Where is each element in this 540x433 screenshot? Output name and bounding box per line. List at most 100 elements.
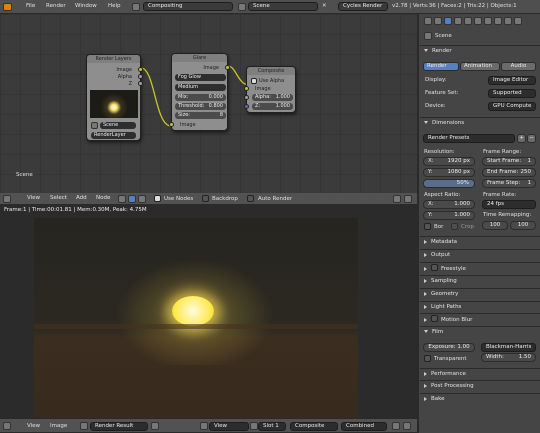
output-image-socket[interactable] <box>138 67 143 72</box>
render-tab-icon[interactable] <box>424 17 432 25</box>
glare-output-socket[interactable] <box>225 65 230 70</box>
backdrop-checkbox[interactable] <box>202 195 209 202</box>
geometry-panel-header[interactable]: Geometry <box>420 288 540 299</box>
time-remap-old-field[interactable]: 100 <box>482 221 508 230</box>
view-select[interactable]: View <box>209 422 249 431</box>
render-layers-tab-icon[interactable] <box>434 17 442 25</box>
output-panel-header[interactable]: Output <box>420 249 540 260</box>
menu-view[interactable]: View <box>27 195 40 201</box>
display-channels-icon[interactable] <box>392 422 400 430</box>
menu-window[interactable]: Window <box>75 3 97 9</box>
use-nodes-checkbox[interactable] <box>154 195 161 202</box>
image-pin-icon[interactable] <box>151 422 159 430</box>
composite-z-socket[interactable] <box>244 104 249 109</box>
filter-width-field[interactable]: Width: 1.50 <box>481 353 536 362</box>
freestyle-panel-header[interactable]: Freestyle <box>420 262 540 273</box>
node-scene-select[interactable]: Scene <box>100 122 136 129</box>
image-menu-view[interactable]: View <box>27 423 40 429</box>
channels-icon[interactable] <box>250 422 258 430</box>
auto-render-checkbox[interactable] <box>247 195 254 202</box>
glare-mix-field[interactable]: Mix: 0.000 <box>175 94 226 101</box>
image-name-field[interactable]: Render Result <box>90 422 148 431</box>
zoom-icon[interactable] <box>403 422 411 430</box>
scene-select[interactable]: Scene <box>248 2 318 11</box>
render-layers-node[interactable]: Render Layers Image Alpha Z Scene Render… <box>86 54 143 141</box>
composite-alpha-socket[interactable] <box>244 95 249 100</box>
pass-select[interactable]: Composite <box>290 422 338 431</box>
use-alpha-checkbox[interactable] <box>251 78 257 84</box>
render-engine-select[interactable]: Cycles Render <box>338 2 388 11</box>
texture-nodes-icon[interactable] <box>138 195 146 203</box>
world-tab-icon[interactable] <box>454 17 462 25</box>
modifiers-tab-icon[interactable] <box>484 17 492 25</box>
remove-preset-button[interactable]: − <box>527 134 536 143</box>
motion-blur-checkbox[interactable] <box>431 315 438 322</box>
node-editor[interactable]: Render Layers Image Alpha Z Scene Render… <box>0 14 417 193</box>
time-remap-new-field[interactable]: 100 <box>510 221 536 230</box>
scene-icon[interactable] <box>238 3 246 11</box>
glare-threshold-field[interactable]: Threshold: 0.800 <box>175 103 226 110</box>
composite-z-field[interactable]: Z: 1.000 <box>252 103 293 110</box>
image-browse-icon[interactable] <box>80 422 88 430</box>
slot-select[interactable]: Slot 1 <box>258 422 286 431</box>
end-frame-field[interactable]: End Frame: 250 <box>482 168 536 177</box>
output-alpha-socket[interactable] <box>138 74 143 79</box>
animation-button[interactable]: Animation <box>460 62 500 71</box>
menu-render[interactable]: Render <box>46 3 66 9</box>
pin-icon[interactable] <box>404 195 412 203</box>
audio-button[interactable]: Audio <box>501 62 536 71</box>
data-tab-icon[interactable] <box>494 17 502 25</box>
metadata-panel-header[interactable]: Metadata <box>420 236 540 247</box>
bake-panel-header[interactable]: Bake <box>420 393 540 404</box>
menu-help[interactable]: Help <box>108 3 121 9</box>
image-editor-type-icon[interactable] <box>3 422 11 430</box>
freestyle-checkbox[interactable] <box>431 264 438 271</box>
crop-checkbox[interactable] <box>451 223 458 230</box>
node-layer-select[interactable]: RenderLayer <box>91 132 136 139</box>
resolution-percentage-field[interactable]: 50% <box>423 179 475 188</box>
image-editor[interactable]: Frame:1 | Time:00:01.81 | Mem:0.30M, Pea… <box>0 205 417 418</box>
menu-select[interactable]: Select <box>50 195 67 201</box>
render-panel-header[interactable]: Render <box>420 45 540 56</box>
film-panel-header[interactable]: Film <box>420 326 540 337</box>
editor-type-icon[interactable] <box>3 195 11 203</box>
sampling-panel-header[interactable]: Sampling <box>420 275 540 286</box>
constraints-tab-icon[interactable] <box>474 17 482 25</box>
device-select[interactable]: GPU Compute <box>488 102 536 111</box>
compositing-nodes-icon[interactable] <box>128 195 136 203</box>
blender-logo-icon[interactable] <box>3 3 12 11</box>
glare-quality-select[interactable]: Medium <box>175 84 226 91</box>
layer-pass-select[interactable]: Combined <box>341 422 387 431</box>
transparent-checkbox[interactable] <box>424 355 431 362</box>
performance-panel-header[interactable]: Performance <box>420 368 540 379</box>
frame-step-field[interactable]: Frame Step: 1 <box>482 179 536 188</box>
pixel-filter-select[interactable]: Blackman-Harris <box>481 343 536 352</box>
material-tab-icon[interactable] <box>504 17 512 25</box>
render-presets-select[interactable]: Render Presets <box>423 134 515 143</box>
menu-node[interactable]: Node <box>96 195 110 201</box>
shader-nodes-icon[interactable] <box>118 195 126 203</box>
close-scene-icon[interactable]: ✕ <box>322 3 327 9</box>
dimensions-panel-header[interactable]: Dimensions <box>420 117 540 128</box>
resolution-y-field[interactable]: Y: 1080 px <box>423 168 475 177</box>
menu-file[interactable]: File <box>26 3 35 9</box>
scene-select-icon[interactable] <box>91 122 98 129</box>
feature-set-select[interactable]: Supported <box>488 89 536 98</box>
glare-input-socket[interactable] <box>169 122 174 127</box>
render-button[interactable]: Render <box>423 62 459 71</box>
aspect-y-field[interactable]: Y: 1.000 <box>423 211 475 220</box>
frame-rate-select[interactable]: 24 fps <box>482 200 536 209</box>
post-processing-panel-header[interactable]: Post Processing <box>420 380 540 391</box>
screen-layout-icon[interactable] <box>132 3 140 11</box>
glare-type-select[interactable]: Fog Glow <box>175 74 226 81</box>
start-frame-field[interactable]: Start Frame: 1 <box>482 157 536 166</box>
texture-tab-icon[interactable] <box>514 17 522 25</box>
menu-add[interactable]: Add <box>76 195 87 201</box>
composite-node[interactable]: Composite Use Alpha Image Alpha: 1.000 Z:… <box>244 66 296 113</box>
resolution-x-field[interactable]: X: 1920 px <box>423 157 475 166</box>
snap-icon[interactable] <box>393 195 401 203</box>
output-z-socket[interactable] <box>138 81 143 86</box>
border-checkbox[interactable] <box>424 223 431 230</box>
glare-size-field[interactable]: Size: 8 <box>175 112 226 119</box>
composite-image-socket[interactable] <box>244 86 249 91</box>
